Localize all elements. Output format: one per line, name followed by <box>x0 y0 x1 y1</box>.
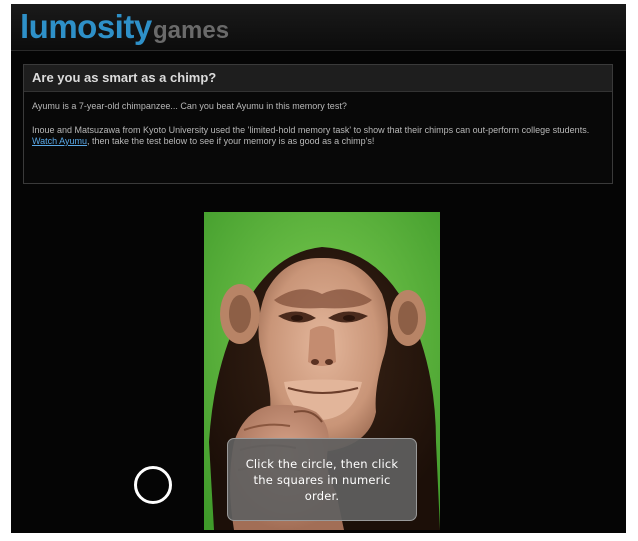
intro-line: Ayumu is a 7-year-old chimpanzee... Can … <box>32 101 347 111</box>
game-page: lumosity games Are you as smart as a chi… <box>11 4 626 533</box>
lumosity-logo[interactable]: lumosity <box>20 7 152 47</box>
intro-paragraph: Inoue and Matsuzawa from Kyoto Universit… <box>32 125 602 147</box>
watch-ayumu-link[interactable]: Watch Ayumu <box>32 136 87 146</box>
start-circle-button[interactable] <box>134 466 172 504</box>
section-title: games <box>153 17 230 44</box>
site-header: lumosity games <box>11 4 626 51</box>
intro-paragraph-end: , then take the test below to see if you… <box>87 136 375 146</box>
intro-panel: Are you as smart as a chimp? Ayumu is a … <box>23 64 613 184</box>
intro-title: Are you as smart as a chimp? <box>32 70 217 85</box>
instruction-text: Click the circle, then click the squares… <box>245 457 399 503</box>
instruction-overlay: Click the circle, then click the squares… <box>227 438 417 521</box>
intro-title-bar: Are you as smart as a chimp? <box>24 65 612 92</box>
intro-paragraph-start: Inoue and Matsuzawa from Kyoto Universit… <box>32 125 590 135</box>
